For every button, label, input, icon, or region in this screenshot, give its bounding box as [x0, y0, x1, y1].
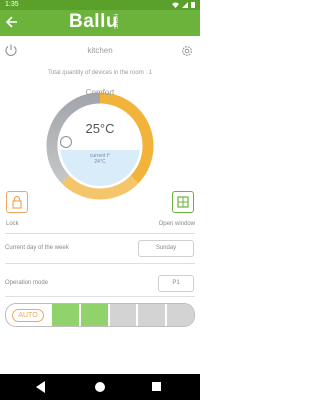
open-window-button[interactable]	[172, 191, 194, 213]
divider	[5, 233, 195, 234]
devices-count: Total quantity of devices in the room : …	[47, 70, 153, 76]
current-temperature: current t° 24°C	[0, 153, 200, 165]
lock-icon	[12, 195, 22, 209]
divider	[5, 296, 195, 297]
arrow-left-icon	[5, 16, 17, 28]
nav-recents-icon[interactable]	[152, 382, 161, 391]
level-segment-4[interactable]	[138, 304, 166, 326]
level-segment-2[interactable]	[80, 304, 108, 326]
auto-mode-label: AUTO	[12, 308, 44, 322]
wifi-icon	[172, 2, 179, 8]
app-header: Ballu HOME	[0, 10, 200, 36]
level-segment-5[interactable]	[167, 304, 194, 326]
power-level-bar: AUTO	[5, 303, 195, 327]
operation-mode-select[interactable]: P1	[158, 275, 194, 292]
level-segment-1[interactable]	[52, 304, 79, 326]
back-button[interactable]	[5, 15, 20, 31]
window-icon	[177, 196, 189, 208]
brand-logo: Ballu	[69, 11, 118, 32]
lock-button[interactable]	[6, 191, 28, 213]
dial-mode-label: Comfort	[85, 88, 115, 97]
day-of-week-label: Current day of the week	[5, 245, 69, 251]
room-title: kitchen	[87, 46, 113, 55]
nav-home-icon[interactable]	[95, 382, 105, 392]
dial-knob[interactable]	[60, 136, 72, 148]
auto-mode-button[interactable]: AUTO	[6, 304, 50, 326]
status-bar: 1:35	[0, 0, 200, 10]
system-nav-bar	[0, 374, 200, 400]
target-temperature: 25°C	[85, 121, 115, 136]
signal-icon	[182, 1, 188, 8]
lock-label: Lock	[6, 221, 19, 227]
current-temp-value: 24°C	[94, 159, 106, 165]
status-time: 1:35	[5, 1, 19, 8]
divider	[5, 263, 195, 264]
settings-button[interactable]	[180, 44, 194, 58]
day-of-week-select[interactable]: Sunday	[138, 240, 194, 257]
level-segment-3[interactable]	[109, 304, 137, 326]
gear-icon	[182, 46, 192, 56]
operation-mode-label: Operation mode	[5, 280, 49, 286]
open-window-label: Open window	[158, 221, 195, 227]
nav-back-icon[interactable]	[36, 381, 46, 393]
status-icons	[172, 1, 195, 8]
brand-home-label: HOME	[112, 14, 118, 29]
battery-icon	[191, 2, 195, 8]
thermostat-dial[interactable]	[44, 90, 156, 202]
